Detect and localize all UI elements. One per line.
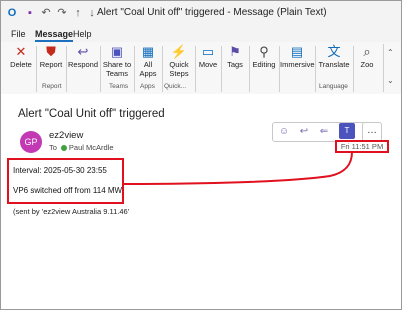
callout-connector <box>123 151 353 185</box>
callout-line <box>123 151 353 185</box>
